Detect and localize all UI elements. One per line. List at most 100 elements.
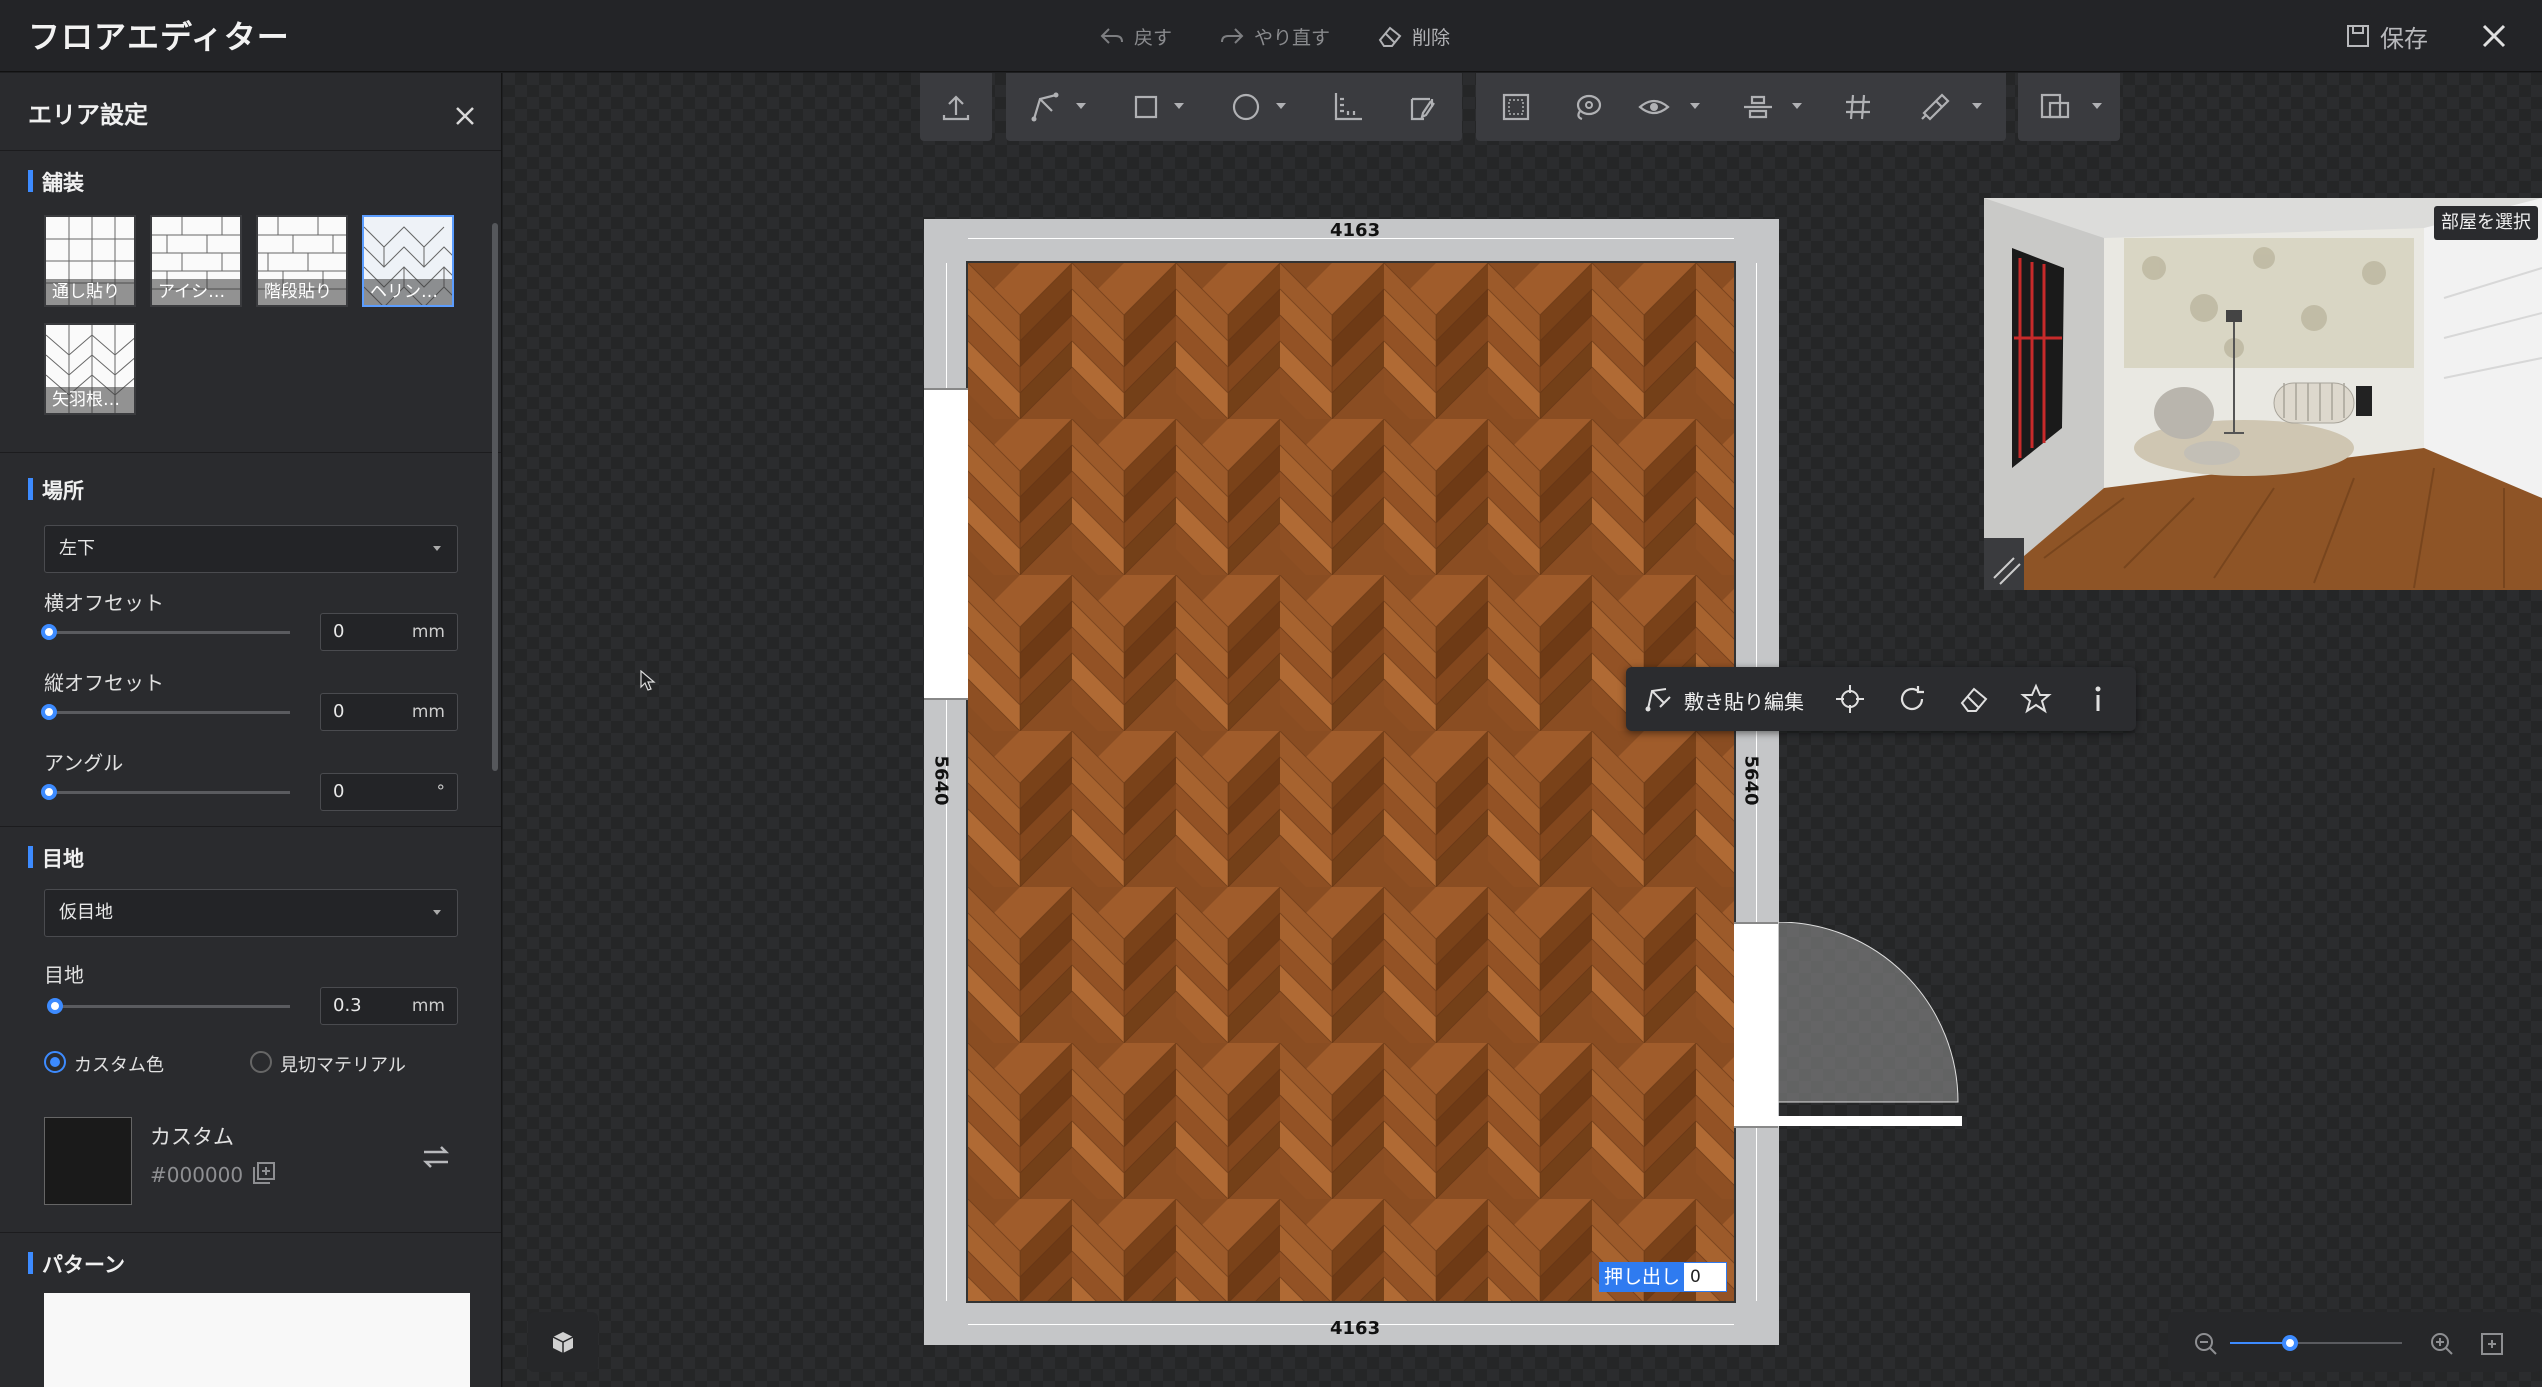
upload-icon	[942, 95, 970, 121]
window-opening[interactable]	[924, 388, 968, 700]
top-bar: フロアエディター 戻す やり直す 削除 保存	[0, 0, 2542, 72]
angle-slider-knob[interactable]	[41, 784, 57, 800]
measure-tool-button[interactable]	[1330, 89, 1366, 125]
close-panel-icon[interactable]	[450, 101, 480, 131]
align-button[interactable]	[1740, 89, 1776, 125]
chevron-down-icon	[433, 546, 441, 551]
toolbar-group-view	[1476, 73, 2006, 141]
frame-button[interactable]	[1498, 89, 1534, 125]
swap-icon[interactable]	[420, 1141, 452, 1173]
info-icon[interactable]	[2082, 683, 2114, 715]
radio-edge-material[interactable]	[250, 1051, 272, 1073]
chevron-down-icon[interactable]	[1276, 103, 1286, 109]
pattern-title: パターン	[28, 1249, 125, 1279]
h-offset-slider[interactable]	[50, 631, 290, 634]
radio-custom-color-label: カスタム色	[74, 1055, 164, 1076]
redo-button[interactable]: やり直す	[1218, 18, 1330, 54]
chevron-down-icon[interactable]	[1690, 103, 1700, 109]
circle-icon	[1232, 93, 1260, 121]
dim-right: 5640	[1740, 755, 1762, 806]
chevron-down-icon[interactable]	[2092, 103, 2102, 109]
joint-type-select[interactable]: 仮目地	[44, 889, 458, 937]
joint-width-slider[interactable]	[50, 1005, 290, 1008]
delete-button[interactable]: 削除	[1376, 18, 1450, 54]
radio-custom-color[interactable]	[44, 1051, 66, 1073]
panel-scrollbar[interactable]	[492, 223, 498, 771]
location-title: 場所	[28, 475, 84, 505]
tile-edit-button[interactable]: 敷き貼り編集	[1684, 686, 1804, 715]
view-3d-button[interactable]	[528, 1312, 598, 1372]
tile-chevron[interactable]: 矢羽根…	[44, 323, 136, 415]
tile-stair[interactable]: 階段貼り	[256, 215, 348, 307]
color-hex: #000000	[150, 1163, 244, 1187]
zoom-in-icon[interactable]	[2428, 1330, 2456, 1358]
zoom-slider-knob[interactable]	[2282, 1335, 2299, 1351]
room-3d-render	[1984, 198, 2542, 590]
herringbone-texture	[968, 263, 1734, 1301]
door-opening[interactable]	[1734, 922, 1778, 1128]
chevron-down-icon[interactable]	[1972, 103, 1982, 109]
angle-slider[interactable]	[50, 791, 290, 794]
angle-input[interactable]: 0 °	[320, 773, 458, 811]
lasso-icon	[1576, 94, 1602, 121]
fit-screen-icon[interactable]	[2478, 1330, 2506, 1358]
paving-section: 舗装 通し貼り アイシ… 階段貼り ヘリン… 矢羽根…	[0, 151, 501, 453]
rectangle-tool-button[interactable]	[1128, 89, 1164, 125]
tile-straight[interactable]: 通し貼り	[44, 215, 136, 307]
color-swatch[interactable]	[44, 1117, 132, 1205]
grid-icon	[1846, 94, 1870, 120]
dim-top: 4163	[1330, 220, 1381, 241]
v-offset-slider-knob[interactable]	[41, 704, 57, 720]
crosshair-icon[interactable]	[1834, 683, 1866, 715]
location-select[interactable]: 左下	[44, 525, 458, 573]
zoom-slider-fill	[2230, 1342, 2291, 1344]
redo-label: やり直す	[1254, 26, 1331, 49]
v-offset-input[interactable]: 0 mm	[320, 693, 458, 731]
grid-button[interactable]	[1840, 89, 1876, 125]
save-button[interactable]: 保存	[2344, 18, 2428, 54]
undo-button[interactable]: 戻す	[1098, 18, 1172, 54]
chevron-down-icon[interactable]	[1174, 103, 1184, 109]
star-icon[interactable]	[2020, 683, 2052, 715]
edit-shape-icon	[1410, 97, 1435, 121]
lasso-button[interactable]	[1570, 89, 1606, 125]
room-3d-preview[interactable]	[1984, 198, 2542, 590]
herringbone-floor[interactable]	[966, 261, 1736, 1303]
extrude-field[interactable]: 押し出し 0	[1599, 1262, 1728, 1292]
edit-shape-button[interactable]	[1404, 89, 1440, 125]
tile-label: 通し貼り	[46, 279, 134, 305]
cube-icon	[552, 1332, 574, 1353]
tile-herringbone[interactable]: ヘリン…	[362, 215, 454, 307]
toolbar-group-draw	[1006, 73, 1462, 141]
export-button[interactable]	[938, 89, 974, 125]
joint-width-slider-knob[interactable]	[47, 998, 63, 1014]
eraser-icon[interactable]	[1958, 683, 1990, 715]
joint-width-input[interactable]: 0.3 mm	[320, 987, 458, 1025]
h-offset-input[interactable]: 0 mm	[320, 613, 458, 651]
select-room-button[interactable]: 部屋を選択	[2434, 206, 2538, 240]
paint-button[interactable]	[1916, 89, 1952, 125]
zoom-out-icon[interactable]	[2192, 1330, 2220, 1358]
unit-label: mm	[411, 996, 445, 1016]
chevron-down-icon[interactable]	[1076, 103, 1086, 109]
panel-header: エリア設定	[0, 73, 501, 151]
delete-label: 削除	[1412, 26, 1451, 49]
close-icon[interactable]	[2474, 16, 2514, 56]
unit-label: mm	[411, 702, 445, 722]
tile-ashlar[interactable]: アイシ…	[150, 215, 242, 307]
h-offset-value: 0	[333, 621, 345, 642]
copy-icon[interactable]	[252, 1161, 276, 1185]
v-offset-slider[interactable]	[50, 711, 290, 714]
chevron-down-icon[interactable]	[1792, 103, 1802, 109]
extrude-input[interactable]: 0	[1684, 1263, 1727, 1291]
joint-width-value: 0.3	[333, 995, 362, 1016]
pattern-preview[interactable]	[44, 1293, 470, 1387]
visibility-button[interactable]	[1636, 89, 1672, 125]
circle-tool-button[interactable]	[1228, 89, 1264, 125]
chevron-down-icon	[433, 910, 441, 915]
undo-icon	[1100, 28, 1123, 44]
layers-button[interactable]	[2038, 89, 2074, 125]
h-offset-slider-knob[interactable]	[41, 624, 57, 640]
pen-tool-button[interactable]	[1028, 89, 1064, 125]
rotate-icon[interactable]	[1896, 683, 1928, 715]
